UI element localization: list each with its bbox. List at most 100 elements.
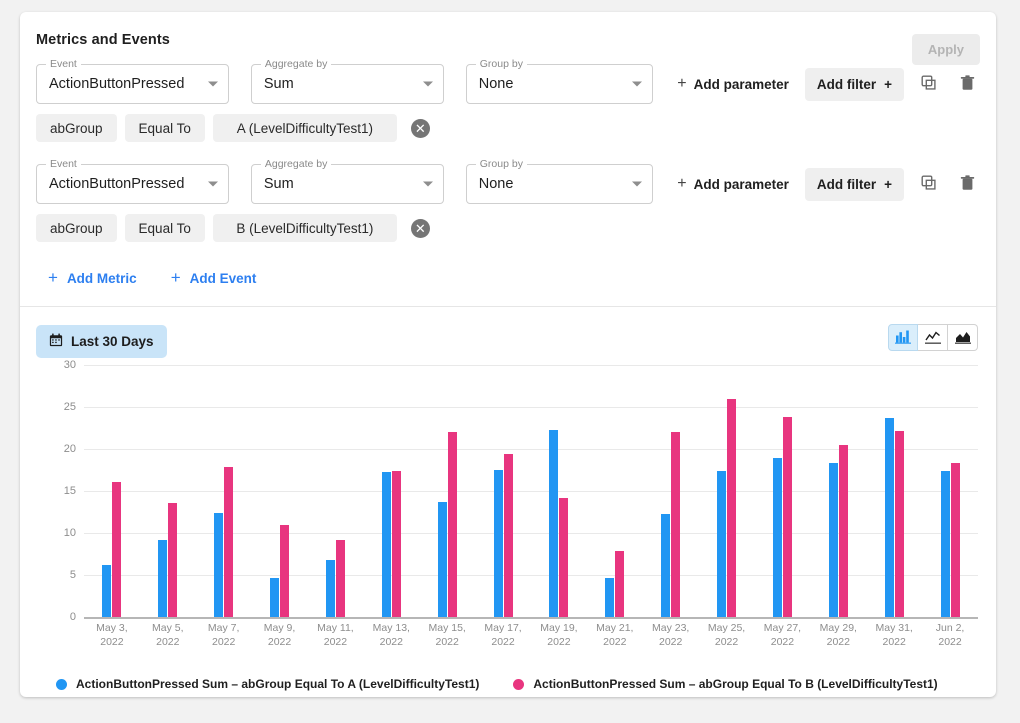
bar-series-a[interactable]	[717, 471, 726, 617]
group-by-select[interactable]: Group byNone	[466, 164, 653, 204]
remove-filter-icon[interactable]: ✕	[411, 219, 430, 238]
delete-button[interactable]	[954, 171, 980, 197]
aggregate-select[interactable]: Aggregate bySum	[251, 164, 444, 204]
bar-series-a[interactable]	[941, 471, 950, 617]
bar-group[interactable]	[140, 365, 196, 617]
bar-series-b[interactable]	[839, 445, 848, 617]
legend-item[interactable]: ActionButtonPressed Sum – abGroup Equal …	[513, 677, 937, 691]
bar-chart-type-button[interactable]	[888, 324, 918, 351]
event-select[interactable]: EventActionButtonPressed	[36, 64, 229, 104]
bar-group[interactable]	[755, 365, 811, 617]
bar-group[interactable]	[419, 365, 475, 617]
chevron-down-icon	[208, 182, 218, 187]
bar-group[interactable]	[922, 365, 978, 617]
bar-group[interactable]	[531, 365, 587, 617]
chart-type-toggle-group	[888, 324, 978, 351]
chevron-down-icon	[423, 182, 433, 187]
delete-button[interactable]	[954, 71, 980, 97]
filter-operator-chip[interactable]: Equal To	[125, 114, 205, 142]
bar-series-a[interactable]	[773, 458, 782, 617]
bar-series-b[interactable]	[671, 432, 680, 617]
bar-series-b[interactable]	[504, 454, 513, 617]
bar-series-a[interactable]	[214, 513, 223, 617]
bar-series-a[interactable]	[382, 472, 391, 617]
bar-group[interactable]	[810, 365, 866, 617]
bar-group[interactable]	[252, 365, 308, 617]
add-parameter-button[interactable]: +Add parameter	[675, 169, 791, 199]
x-axis-tick-label: May 27,2022	[755, 621, 811, 649]
bar-series-a[interactable]	[829, 463, 838, 617]
bar-series-a[interactable]	[494, 470, 503, 617]
field-legend: Aggregate by	[261, 158, 331, 170]
bar-group[interactable]	[587, 365, 643, 617]
bar-series-b[interactable]	[280, 525, 289, 617]
bar-series-b[interactable]	[559, 498, 568, 617]
filter-key-chip[interactable]: abGroup	[36, 214, 117, 242]
bar-series-b[interactable]	[615, 551, 624, 617]
bar-series-a[interactable]	[885, 418, 894, 617]
bar-series-a[interactable]	[438, 502, 447, 617]
bar-group[interactable]	[363, 365, 419, 617]
bar-series-a[interactable]	[549, 430, 558, 617]
x-axis-labels: May 3,2022May 5,2022May 7,2022May 9,2022…	[84, 621, 978, 649]
bar-series-b[interactable]	[392, 471, 401, 617]
filter-value-chip[interactable]: A (LevelDifficultyTest1)	[213, 114, 397, 142]
chart-legend: ActionButtonPressed Sum – abGroup Equal …	[20, 677, 996, 691]
apply-button[interactable]: Apply	[912, 34, 980, 65]
add-filter-button[interactable]: Add filter+	[805, 68, 904, 101]
bar-group[interactable]	[475, 365, 531, 617]
aggregate-select[interactable]: Aggregate bySum	[251, 64, 444, 104]
bar-series-a[interactable]	[102, 565, 111, 617]
x-axis-tick-label: May 21,2022	[587, 621, 643, 649]
bar-series-b[interactable]	[224, 467, 233, 617]
group-by-select[interactable]: Group byNone	[466, 64, 653, 104]
bar-group[interactable]	[84, 365, 140, 617]
bar-series-b[interactable]	[727, 399, 736, 617]
bar-series-b[interactable]	[951, 463, 960, 617]
bar-group[interactable]	[196, 365, 252, 617]
add-parameter-label: Add parameter	[694, 77, 789, 92]
bar-series-b[interactable]	[895, 431, 904, 617]
field-legend: Group by	[476, 158, 527, 170]
bar-series-b[interactable]	[112, 482, 121, 617]
x-axis-tick-label: May 3,2022	[84, 621, 140, 649]
bar-series-b[interactable]	[783, 417, 792, 617]
bar-series-a[interactable]	[326, 560, 335, 617]
add-filter-label: Add filter	[817, 77, 876, 92]
calendar-icon	[49, 333, 63, 350]
duplicate-button[interactable]	[916, 171, 942, 197]
add-event-button[interactable]: + Add Event	[171, 268, 257, 288]
event-select[interactable]: EventActionButtonPressed	[36, 164, 229, 204]
add-parameter-button[interactable]: +Add parameter	[675, 69, 791, 99]
bar-series-a[interactable]	[661, 514, 670, 617]
bar-series-b[interactable]	[168, 503, 177, 617]
area-chart-type-button[interactable]	[948, 324, 978, 351]
legend-item[interactable]: ActionButtonPressed Sum – abGroup Equal …	[56, 677, 479, 691]
bar-group[interactable]	[643, 365, 699, 617]
bar-series-a[interactable]	[158, 540, 167, 617]
bar-series-a[interactable]	[605, 578, 614, 617]
bar-chart: 051015202530 May 3,2022May 5,2022May 7,2…	[20, 365, 996, 665]
bar-series-b[interactable]	[336, 540, 345, 617]
copy-icon	[921, 175, 937, 194]
add-metric-button[interactable]: + Add Metric	[48, 268, 137, 288]
remove-filter-icon[interactable]: ✕	[411, 119, 430, 138]
filter-key-chip[interactable]: abGroup	[36, 114, 117, 142]
analytics-card: Metrics and Events Apply EventActionButt…	[20, 12, 996, 697]
line-chart-type-button[interactable]	[918, 324, 948, 351]
legend-label: ActionButtonPressed Sum – abGroup Equal …	[76, 677, 479, 691]
add-filter-button[interactable]: Add filter+	[805, 168, 904, 201]
bar-group[interactable]	[866, 365, 922, 617]
x-axis-baseline	[84, 617, 978, 619]
legend-color-dot	[513, 679, 524, 690]
filter-value-chip[interactable]: B (LevelDifficultyTest1)	[213, 214, 397, 242]
date-range-button[interactable]: Last 30 Days	[36, 325, 167, 358]
bar-series-a[interactable]	[270, 578, 279, 617]
y-axis-labels: 051015202530	[20, 365, 84, 617]
bar-group[interactable]	[699, 365, 755, 617]
bar-series-b[interactable]	[448, 432, 457, 617]
duplicate-button[interactable]	[916, 71, 942, 97]
filter-operator-chip[interactable]: Equal To	[125, 214, 205, 242]
bar-group[interactable]	[308, 365, 364, 617]
chart-bars	[84, 365, 978, 617]
